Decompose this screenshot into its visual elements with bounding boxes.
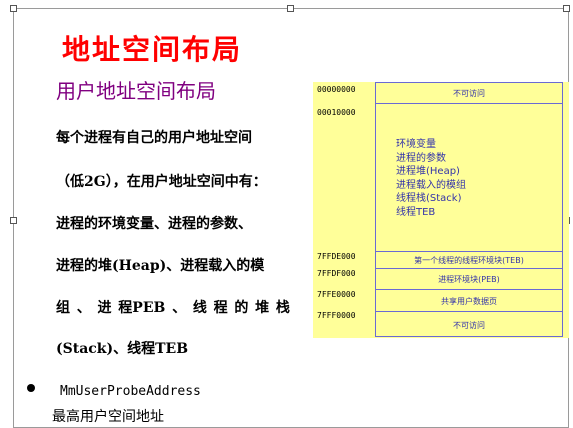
line5-part: 线 [192, 300, 207, 316]
memory-region-process-peb: 进程环境块(PEB) [376, 268, 562, 290]
body-line-1: 每个进程有自己的用户地址空间 [56, 130, 252, 146]
region-label: 不可访问 [453, 88, 485, 98]
address-label: 00000000 [317, 85, 356, 94]
user-region-list: 环境变量 进程的参数 进程堆(Heap) 进程载入的模组 线程栈(Stack) … [396, 138, 466, 219]
memory-map-column: 不可访问 环境变量 进程的参数 进程堆(Heap) 进程载入的模组 线程栈(St… [375, 82, 563, 337]
body-line-6: (Stack)、线程TEB [56, 341, 189, 357]
user-region-item: 进程的参数 [396, 152, 446, 164]
address-label: 7FFDF000 [317, 269, 356, 278]
memory-region-no-access-top: 不可访问 [376, 83, 562, 103]
user-region-item: 线程TEB [396, 206, 436, 218]
body-line-5: 组 、 进 程PEB 、 线 程 的 堆 栈 [56, 297, 290, 317]
region-label: 共享用户数据页 [441, 296, 497, 306]
slide-subtitle: 用户地址空间布局 [56, 79, 216, 103]
region-label: 不可访问 [453, 320, 485, 330]
address-label: 7FFF0000 [317, 311, 356, 320]
resize-handle-top-left[interactable] [10, 5, 17, 12]
line5-part: 组 [56, 300, 70, 316]
body-line-4: 进程的堆(Heap)、进程载入的模 [56, 258, 265, 274]
user-region-item: 进程载入的模组 [396, 179, 466, 191]
memory-map-diagram: 00000000 00010000 7FFDE000 7FFDF000 7FFE… [313, 82, 569, 338]
memory-region-no-access-bottom: 不可访问 [376, 311, 562, 338]
memory-region-shared-user-data: 共享用户数据页 [376, 289, 562, 312]
body-line-2: （低2G），在用户地址空间中有： [56, 174, 267, 190]
line5-part: 的 [234, 300, 249, 316]
resize-handle-top-middle[interactable] [287, 5, 294, 12]
memory-region-user: 环境变量 进程的参数 进程堆(Heap) 进程载入的模组 线程栈(Stack) … [376, 103, 562, 252]
line5-part: 、 [172, 300, 187, 316]
line5-part: 程PEB [118, 300, 166, 316]
line5-part: 程 [213, 300, 228, 316]
region-label: 第一个线程的线程环境块(TEB) [414, 256, 524, 265]
bullet-text: MmUserProbeAddress [60, 384, 201, 399]
address-label: 7FFDE000 [317, 252, 356, 261]
body-line-3: 进程的环境变量、进程的参数、 [56, 216, 252, 232]
slide-title: 地址空间布局 [62, 33, 243, 66]
address-label: 7FFE0000 [317, 290, 356, 299]
bullet-icon [27, 384, 35, 392]
memory-region-first-thread-teb: 第一个线程的线程环境块(TEB) [376, 251, 562, 269]
bullet-subtext: 最高用户空间地址 [52, 409, 164, 425]
user-region-item: 环境变量 [396, 139, 436, 150]
line5-part: 进 [97, 300, 112, 316]
region-label: 进程环境块(PEB) [438, 275, 500, 284]
resize-handle-middle-left[interactable] [10, 217, 17, 224]
user-region-item: 进程堆(Heap) [396, 166, 460, 177]
line5-part: 堆 [255, 300, 270, 316]
line5-part: 栈 [275, 300, 290, 316]
user-region-item: 线程栈(Stack) [396, 193, 462, 204]
line5-part: 、 [76, 300, 91, 316]
resize-handle-top-right[interactable] [563, 5, 570, 12]
address-label: 00010000 [317, 108, 356, 117]
